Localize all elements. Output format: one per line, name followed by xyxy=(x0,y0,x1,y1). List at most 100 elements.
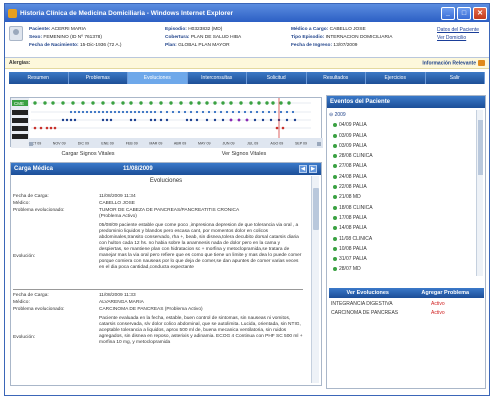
timeline-tick-label: AGO 09 xyxy=(270,142,283,146)
event-item[interactable]: 03/09 PALIA xyxy=(329,131,474,141)
event-marker xyxy=(109,118,113,122)
event-marker xyxy=(121,101,125,105)
label: Episodio: xyxy=(165,27,187,32)
close-button[interactable]: ✕ xyxy=(473,6,487,20)
sidebar-scrollbar[interactable] xyxy=(476,110,483,276)
event-marker xyxy=(237,110,241,114)
event-item[interactable]: 11/08 CLINICA xyxy=(329,234,474,244)
label: Evolución: xyxy=(13,254,36,259)
nav-tab[interactable]: Resumen xyxy=(9,72,69,84)
nav-tab[interactable]: Problemas xyxy=(69,72,128,84)
nav-tab[interactable]: Salir xyxy=(426,72,485,84)
event-marker xyxy=(129,110,133,114)
event-item[interactable]: 27/08 PALIA xyxy=(329,161,474,171)
event-item[interactable]: 24/08 PALIA xyxy=(329,172,474,182)
event-marker xyxy=(237,118,241,122)
event-marker xyxy=(213,118,217,122)
problem-row[interactable]: CARCINOMA DE PANCREAS Activo xyxy=(331,310,481,316)
label: Fecha de Nacimiento: xyxy=(29,43,79,48)
event-item[interactable]: 22/08 PALIA xyxy=(329,182,474,192)
evolution-entry: Fecha de Carga: 11/08/2009 11:33 Médico:… xyxy=(13,291,313,385)
event-marker xyxy=(43,101,47,105)
timeline-tick-label: JUN 09 xyxy=(222,142,234,146)
episode-type: INTERNACION DOMICILIARIA xyxy=(325,35,393,40)
add-problem-button[interactable]: Agregar Problema xyxy=(407,290,485,296)
label: Médico: xyxy=(13,300,30,305)
event-marker xyxy=(97,110,101,114)
event-item[interactable]: 17/08 PALIA xyxy=(329,213,474,223)
event-marker xyxy=(253,118,257,122)
nav-tab[interactable]: Interconsultas xyxy=(188,72,247,84)
cme-label: CME xyxy=(14,101,24,106)
minimize-button[interactable]: _ xyxy=(441,6,455,20)
event-marker xyxy=(257,101,261,105)
sidebar-title: Eventos del Paciente xyxy=(327,96,485,108)
nav-tab[interactable]: Solicitud xyxy=(247,72,307,84)
event-item[interactable]: 14/08 PALIA xyxy=(329,223,474,233)
relevant-info-link[interactable]: Información Relevante xyxy=(422,60,476,66)
label: Fecha de Ingreso: xyxy=(291,43,333,48)
event-marker xyxy=(65,118,69,122)
event-marker xyxy=(267,110,271,114)
scroll-thumb[interactable] xyxy=(313,188,319,230)
window-title: Historia Clínica de Medicina Domiciliari… xyxy=(20,9,234,17)
scroll-thumb[interactable] xyxy=(478,120,483,175)
event-marker xyxy=(101,118,105,122)
event-marker xyxy=(93,110,97,114)
problem-row[interactable]: INTEGRANCIA DIGESTIVA Activo xyxy=(331,301,481,307)
event-marker xyxy=(285,110,289,114)
next-arrow-icon[interactable]: ▶ xyxy=(309,165,317,173)
row-label xyxy=(12,126,28,131)
event-marker xyxy=(213,110,217,114)
event-marker xyxy=(249,110,253,114)
event-marker xyxy=(121,110,125,114)
nav-tab[interactable]: Resultados xyxy=(307,72,366,84)
title-bar: Historia Clínica de Medicina Domiciliari… xyxy=(5,4,489,22)
load-vitals-link[interactable]: Cargar Signos Vitales xyxy=(10,151,166,157)
timeline-scroll-right xyxy=(317,142,321,146)
timeline-tick-label: NOV 09 xyxy=(53,142,66,146)
address-link[interactable]: Ver Domicilio xyxy=(437,34,479,42)
maximize-button[interactable]: □ xyxy=(457,6,471,20)
problems-header: Ver Evoluciones Agregar Problema xyxy=(329,288,484,298)
event-marker xyxy=(179,101,183,105)
patient-data-link[interactable]: Datos del Paciente xyxy=(437,26,479,34)
event-item[interactable]: 03/09 PALIA xyxy=(329,141,474,151)
event-marker xyxy=(51,101,55,105)
entry-divider xyxy=(13,289,303,290)
vertical-scrollbar[interactable] xyxy=(311,176,319,383)
event-item[interactable]: 21/08 MD xyxy=(329,192,474,202)
view-evolutions-button[interactable]: Ver Evoluciones xyxy=(329,290,407,296)
nav-tab[interactable]: Ejercicios xyxy=(366,72,426,84)
event-marker xyxy=(105,110,109,114)
event-marker xyxy=(153,110,157,114)
event-marker xyxy=(139,101,143,105)
patient-links: Datos del Paciente Ver Domicilio xyxy=(437,26,479,42)
nav-tab[interactable]: Evoluciones xyxy=(128,72,188,84)
event-marker xyxy=(243,110,247,114)
event-item[interactable]: 10/08 PALIA xyxy=(329,244,474,254)
timeline-chart: CMEOCT 09 NOV 09 DIC 09 ENE 09 FEB 09 MAR 09 A… xyxy=(11,98,323,148)
event-item[interactable]: 28/08 CLINICA xyxy=(329,151,474,161)
event-marker xyxy=(105,118,109,122)
entry-problem: CARCINOMA DE PANCREAS (Problema Activo) xyxy=(99,307,203,312)
event-marker xyxy=(269,118,273,122)
patient-avatar xyxy=(9,26,23,41)
episode: H0323832 (MD) xyxy=(188,27,223,32)
event-item[interactable]: 31/07 PALIA xyxy=(329,254,474,264)
label: Problema evolucionado: xyxy=(13,208,65,213)
event-item[interactable]: 18/08 CLINICA xyxy=(329,203,474,213)
main-panel: CME OCT 09 NOV 09 DIC 09 ENE 09 FEB 09 MAR 09 A… xyxy=(4,95,323,389)
event-marker xyxy=(261,110,265,114)
prev-arrow-icon[interactable]: ◀ xyxy=(299,165,307,173)
event-marker xyxy=(245,118,249,122)
event-marker xyxy=(291,110,295,114)
year-node[interactable]: ⊖ 2009 xyxy=(329,110,474,120)
event-marker xyxy=(85,110,89,114)
event-item[interactable]: 28/07 MD xyxy=(329,264,474,274)
label: Paciente: xyxy=(29,27,51,32)
event-marker xyxy=(77,110,81,114)
view-vitals-link[interactable]: Ver Signos Vitales xyxy=(166,151,322,157)
event-item[interactable]: 04/09 PALIA xyxy=(329,120,474,130)
event-marker xyxy=(53,126,57,130)
